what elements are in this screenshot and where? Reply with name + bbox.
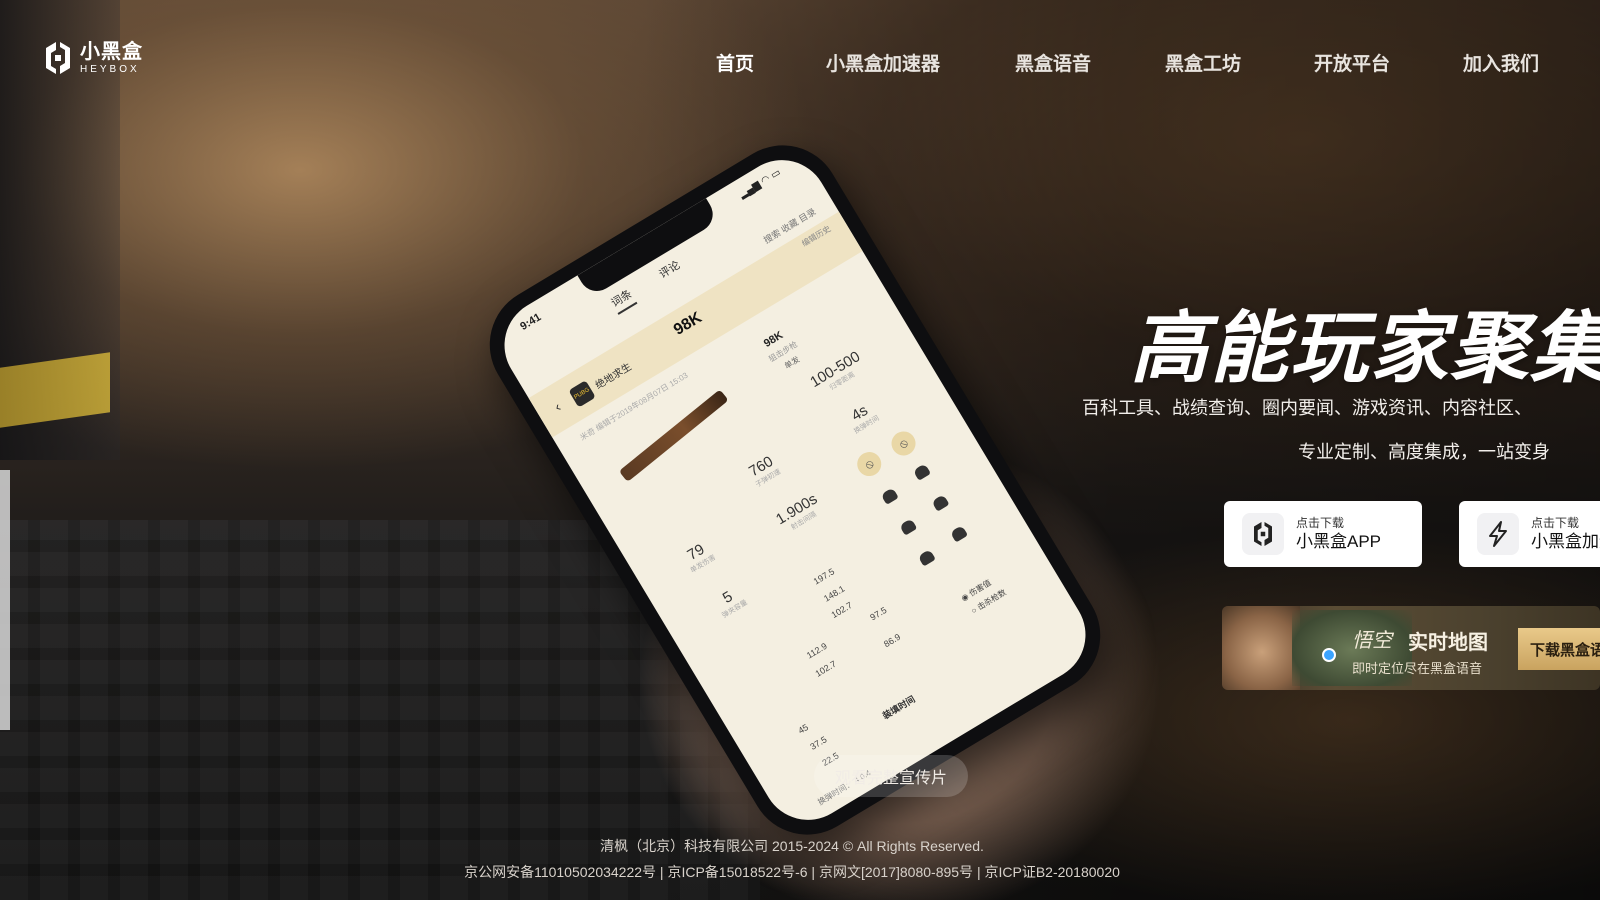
phone-stat: 1.900s 射击间隔: [773, 490, 821, 532]
vest-icon: [949, 525, 969, 543]
phone-damage-value: 112.9: [804, 640, 829, 661]
phone-tab-comments: 评论: [657, 259, 683, 281]
side-tab: [0, 470, 10, 730]
phone-game-badge: PUBG: [568, 380, 596, 408]
phone-game-name: 绝地求生: [593, 361, 634, 392]
hero-subtitle-line1: 百科工具、战绩查询、圈内要闻、游戏资讯、内容社区、: [1082, 398, 1532, 418]
download-app-label: 小黑盒APP: [1296, 531, 1382, 551]
footer-separator: |: [973, 864, 985, 880]
download-accelerator-button[interactable]: 点击下载 小黑盒加速器: [1459, 501, 1600, 567]
footer-separator: |: [807, 864, 819, 880]
watch-video-button[interactable]: 观看完整宣传片: [814, 755, 968, 797]
no-vest-icon: ⦸: [887, 426, 920, 460]
download-app-hint: 点击下载: [1296, 515, 1345, 530]
nav-item-open-platform[interactable]: 开放平台: [1314, 49, 1390, 76]
helmet-icon: [880, 487, 899, 505]
heybox-app-icon: [1242, 513, 1284, 555]
phone-damage-value: 148.1: [821, 583, 847, 604]
nav-item-home[interactable]: 首页: [716, 49, 754, 76]
helmet-icon: [899, 518, 918, 536]
wukong-portrait: [1222, 606, 1300, 690]
phone-stat: 100-500 归零距离: [807, 348, 864, 392]
phone-back-icon: ‹: [551, 398, 564, 415]
download-app-text: 点击下载 小黑盒APP: [1296, 516, 1381, 552]
phone-damage-value: 102.7: [829, 599, 855, 621]
download-accelerator-text: 点击下载 小黑盒加速器: [1531, 516, 1600, 552]
nav-item-workshop[interactable]: 黑盒工坊: [1165, 49, 1241, 76]
phone-stat: 79 单发伤害: [684, 540, 718, 575]
phone-armor-grid: ⦸ ⦸: [849, 416, 1009, 600]
phone-section-title: 装填时间: [880, 694, 917, 722]
phone-edit-history: 编辑历史: [800, 224, 833, 249]
phone-damage-value: 45: [796, 722, 811, 736]
phone-stat: 4s 换弹时间: [848, 401, 881, 436]
phone-tab-entry: 词条: [607, 285, 638, 315]
main-nav: 首页 小黑盒加速器 黑盒语音 黑盒工坊 开放平台 加入我们: [0, 49, 1600, 75]
hero-title: 高能玩家聚集: [1130, 304, 1600, 392]
wukong-map-banner[interactable]: 悟空 实时地图 即时定位尽在黑盒语音 下载黑盒语音: [1222, 606, 1600, 690]
banner-subtitle: 即时定位尽在黑盒语音: [1352, 661, 1483, 676]
footer-icp-link[interactable]: 京ICP证B2-20180020: [984, 864, 1119, 880]
hero-subtitle-line2: 专业定制、高度集成，一站变身: [1298, 442, 1550, 462]
phone-time: 9:41: [518, 311, 544, 333]
helmet-icon: [917, 549, 936, 567]
footer-copyright: 清枫（北京）科技有限公司 2015-2024 © All Rights Rese…: [600, 838, 984, 854]
vest-icon: [912, 463, 931, 481]
wukong-logo: 悟空: [1352, 628, 1392, 652]
phone-stat: 5 弹夹容量: [719, 588, 749, 620]
footer-icp-link[interactable]: 京ICP备15018522号-6: [667, 864, 807, 880]
nav-item-accelerator[interactable]: 小黑盒加速器: [826, 49, 940, 76]
nav-item-join-us[interactable]: 加入我们: [1463, 49, 1539, 76]
phone-damage-value: 86.9: [882, 631, 903, 650]
phone-damage-value: 37.5: [808, 734, 829, 752]
download-app-button[interactable]: 点击下载 小黑盒APP: [1224, 501, 1422, 567]
footer-icp-link[interactable]: 京网文[2017]8080-895号: [819, 864, 973, 880]
phone-entry-title: 98K: [670, 309, 705, 339]
phone-damage-value: 102.7: [813, 658, 838, 679]
location-pin-icon: [1322, 648, 1336, 662]
footer-separator: |: [656, 864, 668, 880]
banner-title: 实时地图: [1408, 630, 1488, 654]
vest-icon: [931, 494, 950, 512]
no-helmet-icon: ⦸: [852, 447, 886, 481]
footer-icp-links: 京公网安备11010502034222号 | 京ICP备15018522号-6 …: [0, 862, 1600, 882]
download-accelerator-label: 小黑盒加速器: [1531, 531, 1600, 551]
footer-icp-link[interactable]: 京公网安备11010502034222号: [464, 864, 656, 880]
lightning-icon: [1477, 513, 1519, 555]
phone-damage-value: 97.5: [868, 604, 889, 623]
phone-status-icons: ▂▄▆ ◠ ▭: [737, 167, 783, 201]
download-accelerator-hint: 点击下载: [1531, 515, 1580, 530]
phone-damage-value: 197.5: [811, 566, 837, 587]
nav-item-voice[interactable]: 黑盒语音: [1015, 49, 1091, 76]
banner-download-button[interactable]: 下载黑盒语音: [1518, 628, 1600, 670]
phone-stat: 760 子弹初速: [746, 452, 783, 489]
